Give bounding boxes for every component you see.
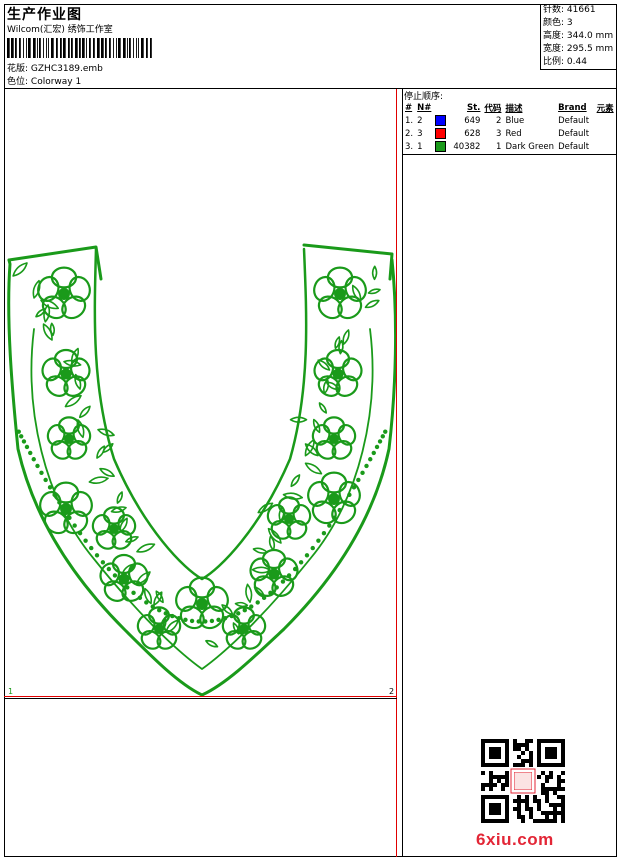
stop-needle: 2 (417, 116, 423, 126)
stop-header-row: # N# St. 代码 描述 Brand 元素 (403, 101, 616, 114)
stop-cell-brand: Default (558, 128, 590, 139)
stat-scale: 比例: 0.44 (543, 57, 587, 67)
color-swatch (434, 115, 446, 126)
stop-sequence-table: # N# St. 代码 描述 Brand 元素 1. 2 649 2 Blue Defau… (403, 101, 616, 153)
stat-width: 宽度: 295.5 mm (543, 44, 614, 54)
col-element: 元素 (596, 103, 614, 114)
stop-row: 1. 2 649 2 Blue Default (403, 114, 616, 127)
stop-cell-n: 2 (415, 114, 451, 127)
pattern-label: 花版: (7, 64, 29, 74)
qr-code (481, 739, 565, 823)
stop-cell-element (595, 114, 616, 127)
col-desc: 描述 (505, 103, 523, 114)
panel-divider (402, 88, 403, 857)
stop-row: 3. 1 40382 1 Dark Green Default (403, 140, 616, 153)
stop-needle: 3 (417, 129, 423, 139)
color-swatch (434, 128, 446, 139)
stop-cell-desc: Dark Green (505, 141, 555, 152)
embroidery-design (7, 243, 396, 696)
colorway-label: 色位: (7, 77, 29, 87)
col-brand: Brand (558, 102, 587, 113)
stop-needle: 1 (417, 142, 423, 152)
stop-cell-st: 40382 (453, 141, 481, 152)
colorway-row: 色位: Colorway 1 (7, 74, 81, 87)
stats-box: 针数: 41661 颜色: 3 高度: 344.0 mm 宽度: 295.5 m… (540, 4, 617, 70)
col-n: N# (417, 102, 432, 113)
col-st: St. (467, 102, 481, 113)
stop-cell-st: 649 (464, 115, 481, 126)
stop-cell-element (595, 140, 616, 153)
col-seq: # (405, 102, 413, 113)
stat-height: 高度: 344.0 mm (543, 31, 614, 41)
stop-cell-st: 628 (464, 128, 481, 139)
stop-cell-seq: 2. (405, 128, 414, 139)
stop-row: 2. 3 628 3 Red Default (403, 127, 616, 140)
stop-cell-seq: 1. (405, 115, 414, 126)
stop-cell-element (595, 127, 616, 140)
stop-cell-brand: Default (558, 115, 590, 126)
stop-cell-code: 3 (496, 128, 502, 139)
watermark: 6xiu.com (476, 830, 554, 849)
stop-table-divider (403, 154, 617, 155)
pattern-row: 花版: GZHC3189.emb (7, 61, 103, 74)
baseline-black (4, 698, 397, 699)
pattern-value: GZHC3189.emb (30, 64, 103, 74)
stop-cell-brand: Default (558, 141, 590, 152)
stat-colors: 颜色: 3 (543, 18, 573, 28)
stop-cell-desc: Blue (505, 115, 525, 126)
right-guide-line (396, 89, 397, 857)
stop-cell-seq: 3. (405, 141, 414, 152)
colorway-value: Colorway 1 (30, 77, 82, 87)
stop-cell-n: 3 (415, 127, 451, 140)
barcode (7, 38, 152, 58)
page-title: 生产作业图 (7, 7, 82, 23)
stat-stitches: 针数: 41661 (543, 5, 596, 15)
stop-cell-desc: Red (505, 128, 522, 139)
stop-cell-n: 1 (415, 140, 451, 153)
baseline-red (4, 696, 397, 697)
col-code: 代码 (484, 103, 502, 114)
stop-cell-code: 2 (496, 115, 502, 126)
color-swatch (434, 141, 446, 152)
stop-cell-code: 1 (496, 141, 502, 152)
studio-subtitle: Wilcom(汇宏) 绣饰工作室 (7, 25, 113, 35)
